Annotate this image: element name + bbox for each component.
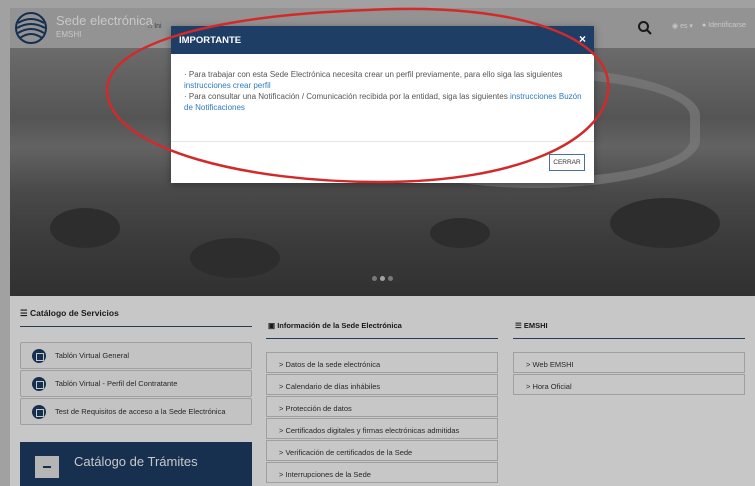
close-icon[interactable]: × bbox=[579, 32, 586, 46]
modal-body: · Para trabajar con esta Sede Electrónic… bbox=[184, 69, 589, 113]
cerrar-button[interactable]: CERRAR bbox=[549, 154, 585, 171]
crear-perfil-link[interactable]: instrucciones crear perfil bbox=[184, 81, 271, 90]
modal-line-2: · Para consultar una Notificación / Comu… bbox=[184, 92, 508, 101]
modal-header: IMPORTANTE × bbox=[171, 26, 594, 54]
importante-modal: IMPORTANTE × · Para trabajar con esta Se… bbox=[171, 26, 594, 183]
modal-title: IMPORTANTE bbox=[179, 35, 242, 46]
modal-footer-divider bbox=[171, 141, 594, 142]
modal-line-1: · Para trabajar con esta Sede Electrónic… bbox=[184, 70, 563, 79]
